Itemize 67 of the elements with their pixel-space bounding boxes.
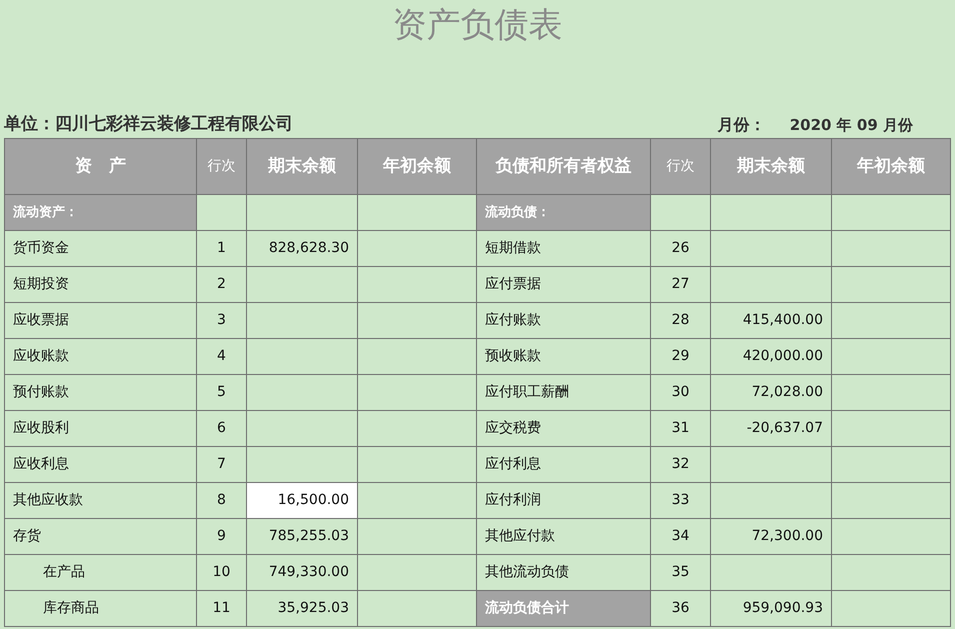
- amount-cell: 72,300.00: [710, 518, 832, 554]
- column-header: 年初余额: [832, 138, 950, 194]
- section-heading: 流动负债：: [476, 194, 650, 230]
- total-label: 流动负债合计: [476, 590, 650, 626]
- account-name: 应收股利: [4, 410, 196, 446]
- account-name: 库存商品: [4, 590, 196, 626]
- section-heading: 流动资产：: [4, 194, 196, 230]
- amount-cell: 72,028.00: [710, 374, 832, 410]
- line-number: 28: [650, 302, 710, 338]
- amount-cell: 828,628.30: [246, 230, 358, 266]
- account-name: 其他应付款: [476, 518, 650, 554]
- account-name: 应收票据: [4, 302, 196, 338]
- line-number: 30: [650, 374, 710, 410]
- line-number: 29: [650, 338, 710, 374]
- line-number: 3: [196, 302, 246, 338]
- amount-cell: -20,637.07: [710, 410, 832, 446]
- account-name: 其他应收款: [4, 482, 196, 518]
- account-name: 短期借款: [476, 230, 650, 266]
- account-name: 货币资金: [4, 230, 196, 266]
- selected-cell: 16,500.00: [246, 482, 358, 518]
- line-number: 1: [196, 230, 246, 266]
- line-number: 10: [196, 554, 246, 590]
- amount-cell: 785,255.03: [246, 518, 358, 554]
- line-number: 9: [196, 518, 246, 554]
- period-value: 2020 年 09 月份: [790, 114, 913, 136]
- column-header: 行次: [196, 138, 246, 194]
- column-header: 期末余额: [710, 138, 832, 194]
- account-name: 应付利润: [476, 482, 650, 518]
- line-number: 11: [196, 590, 246, 626]
- line-number: 6: [196, 410, 246, 446]
- line-number: 36: [650, 590, 710, 626]
- column-header: 期末余额: [246, 138, 358, 194]
- account-name: 应付利息: [476, 446, 650, 482]
- account-name: 应交税费: [476, 410, 650, 446]
- column-header: 负债和所有者权益: [476, 138, 650, 194]
- line-number: 31: [650, 410, 710, 446]
- column-header: 行次: [650, 138, 710, 194]
- line-number: 27: [650, 266, 710, 302]
- line-number: 5: [196, 374, 246, 410]
- amount-cell: 959,090.93: [710, 590, 832, 626]
- account-name: 预付账款: [4, 374, 196, 410]
- account-name: 应收账款: [4, 338, 196, 374]
- line-number: 2: [196, 266, 246, 302]
- account-name: 应付职工薪酬: [476, 374, 650, 410]
- amount-cell: 415,400.00: [710, 302, 832, 338]
- column-header: 资 产: [4, 138, 196, 194]
- account-name: 短期投资: [4, 266, 196, 302]
- account-name: 存货: [4, 518, 196, 554]
- company-label: 单位：四川七彩祥云装修工程有限公司: [4, 113, 293, 136]
- line-number: 34: [650, 518, 710, 554]
- column-header: 年初余额: [358, 138, 476, 194]
- account-name: 应付票据: [476, 266, 650, 302]
- account-name: 应付账款: [476, 302, 650, 338]
- line-number: 4: [196, 338, 246, 374]
- account-name: 在产品: [4, 554, 196, 590]
- amount-cell: 749,330.00: [246, 554, 358, 590]
- report-title: 资产负债表: [392, 4, 564, 47]
- period-label: 月份：: [718, 114, 766, 136]
- amount-cell: 420,000.00: [710, 338, 832, 374]
- account-name: 预收账款: [476, 338, 650, 374]
- line-number: 26: [650, 230, 710, 266]
- line-number: 35: [650, 554, 710, 590]
- amount-cell: 35,925.03: [246, 590, 358, 626]
- line-number: 33: [650, 482, 710, 518]
- line-number: 7: [196, 446, 246, 482]
- line-number: 32: [650, 446, 710, 482]
- account-name: 应收利息: [4, 446, 196, 482]
